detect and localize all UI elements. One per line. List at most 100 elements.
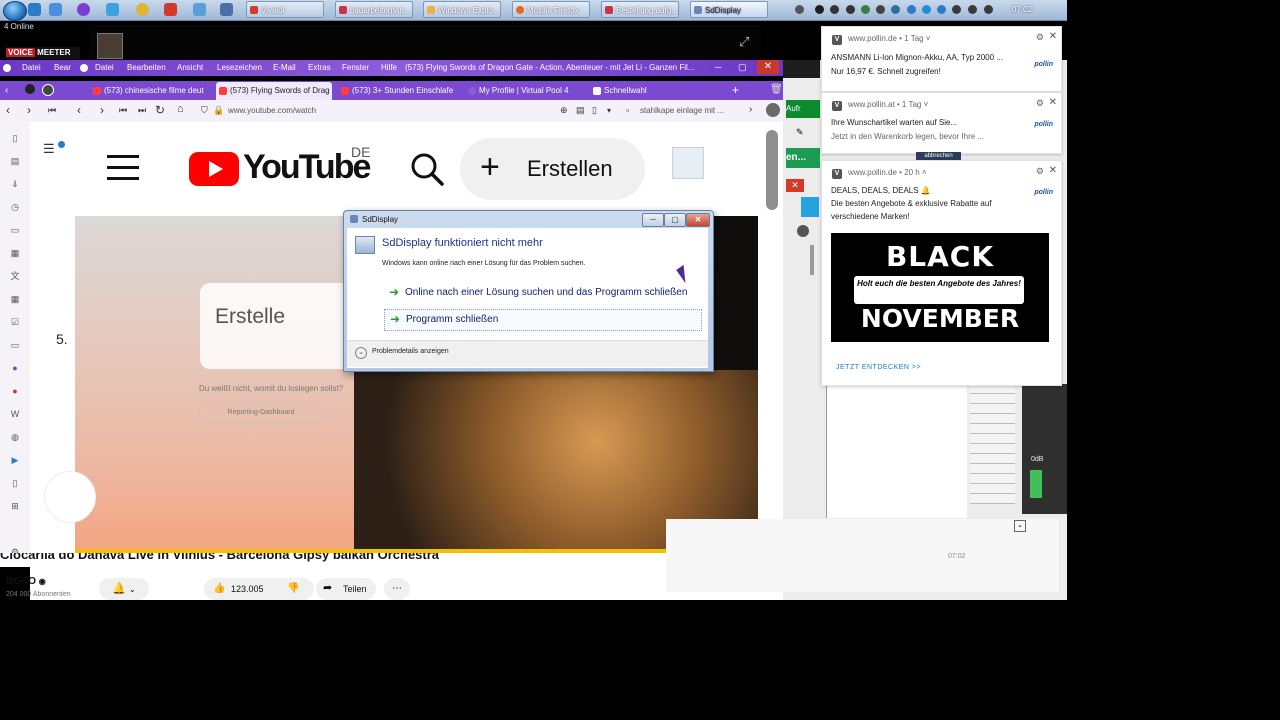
reading-list-icon[interactable]: ▤ xyxy=(10,156,20,166)
like-count[interactable]: 123.005 xyxy=(231,584,264,594)
tab-schnellwahl[interactable]: Schnellwahl xyxy=(590,82,710,100)
bookmark-add-icon[interactable]: ⊕ xyxy=(560,105,568,116)
teal-tab[interactable]: en... xyxy=(786,148,820,168)
search-field[interactable]: stahlkape einlage mit ... xyxy=(640,106,724,115)
tray-icon[interactable] xyxy=(815,5,824,14)
menu-lesezeichen[interactable]: Lesezeichen xyxy=(217,60,262,76)
taskbar-button-sddisplay[interactable]: SdDisplay xyxy=(690,1,768,18)
hamburger-icon[interactable] xyxy=(107,155,139,181)
tray-icon[interactable] xyxy=(830,5,839,14)
notification-2[interactable]: V www.pollin.at • 1 Tag ˅ ⚙ ✕ Ihre Wunsc… xyxy=(821,92,1062,154)
taskbar-button-firefox[interactable]: Mozilla Firefox xyxy=(512,1,590,18)
search-icon[interactable] xyxy=(409,151,445,187)
quicklaunch-icon[interactable] xyxy=(136,3,149,16)
taskbar-button-bauarbeiter[interactable]: bauarbeiterhan... xyxy=(335,1,413,18)
back-icon[interactable]: ‹ xyxy=(6,103,10,117)
close-icon[interactable]: ✕ xyxy=(1049,165,1057,176)
chevron-down-icon[interactable]: ⌄ xyxy=(1014,520,1026,532)
feeds-icon[interactable]: ▭ xyxy=(10,340,20,350)
translate-icon[interactable]: 文 xyxy=(10,271,20,281)
taskbar-button-vivaldi[interactable]: Vivaldi xyxy=(246,1,324,18)
shield-icon[interactable]: ⛉ xyxy=(201,105,208,116)
quicklaunch-icon[interactable] xyxy=(220,3,233,16)
green-tab[interactable]: Aufr xyxy=(786,100,820,118)
quicklaunch-icon[interactable] xyxy=(193,3,206,16)
tray-icon[interactable] xyxy=(795,5,804,14)
minimize-button[interactable]: ─ xyxy=(642,213,664,227)
close-program-option[interactable]: ➜ Programm schließen xyxy=(384,309,702,331)
tray-icon[interactable] xyxy=(922,5,931,14)
dropdown-icon[interactable]: ▾ xyxy=(607,106,611,115)
tray-icon[interactable] xyxy=(846,5,855,14)
menu-hilfe[interactable]: Hilfe xyxy=(381,60,397,76)
close-button[interactable]: ✕ xyxy=(757,60,779,74)
web-panel-icon[interactable]: ▶ xyxy=(10,455,20,465)
maximize-button[interactable]: ▢ xyxy=(664,213,686,227)
scrollbar-thumb[interactable] xyxy=(766,130,778,210)
url-field[interactable]: www.youtube.com/watch xyxy=(228,106,316,115)
gear-icon[interactable]: ⚙ xyxy=(1036,32,1044,43)
close-icon[interactable]: ✕ xyxy=(1049,31,1057,42)
tray-clock[interactable]: 07:02 xyxy=(1012,0,1042,20)
trash-icon[interactable]: 🗑 xyxy=(770,84,783,95)
chevron-right-icon[interactable]: › xyxy=(749,104,752,115)
start-button[interactable] xyxy=(3,1,27,21)
tab-chinesische-filme[interactable]: (573) chinesische filme deut xyxy=(90,82,210,100)
gear-icon[interactable]: ⚙ xyxy=(1036,166,1044,177)
tray-icon[interactable] xyxy=(984,5,993,14)
tasks-icon[interactable]: ☑ xyxy=(10,317,20,327)
discover-link[interactable]: JETZT ENTDECKEN >> xyxy=(836,364,921,371)
tab-flying-swords[interactable]: (573) Flying Swords of Drag xyxy=(216,82,332,100)
wikipedia-icon[interactable]: W xyxy=(10,409,20,419)
bookmark-icon[interactable]: ▯ xyxy=(592,105,597,116)
round-icon[interactable] xyxy=(797,225,809,237)
youtube-logo-icon[interactable] xyxy=(189,152,239,186)
quicklaunch-icon[interactable] xyxy=(106,3,119,16)
chevron-left-icon[interactable]: ‹ xyxy=(5,85,8,96)
menu-datei[interactable]: Datei xyxy=(95,60,114,76)
skip-forward-icon[interactable]: ⏭ xyxy=(138,105,146,116)
taskbar-button-explorer[interactable]: Windows Explo... xyxy=(423,1,501,18)
gear-icon[interactable]: ⚙ xyxy=(1036,98,1044,109)
quicklaunch-icon[interactable] xyxy=(28,3,41,16)
menu-extras[interactable]: Extras xyxy=(308,60,331,76)
bookmarks-icon[interactable]: ▯ xyxy=(10,133,20,143)
page-icon[interactable]: ▯ xyxy=(10,478,20,488)
quicklaunch-icon[interactable] xyxy=(77,3,90,16)
menu-bearbeiten-partial[interactable]: Bear xyxy=(54,60,71,76)
skip-back-icon[interactable]: ⏮ xyxy=(119,105,127,116)
tray-icon[interactable] xyxy=(968,5,977,14)
maximize-button[interactable]: ▢ xyxy=(738,62,747,73)
minimize-button[interactable]: ─ xyxy=(715,62,721,72)
menu-lines-icon[interactable]: ☰ xyxy=(43,141,55,157)
close-icon[interactable]: ✕ xyxy=(786,179,804,192)
more-actions-button[interactable]: ⋯ xyxy=(384,578,410,600)
notification-bell-button[interactable]: 🔔 ⌄ xyxy=(99,578,149,600)
menu-fenster[interactable]: Fenster xyxy=(342,60,369,76)
vivaldi-social-icon[interactable]: ● xyxy=(10,386,20,396)
problem-details-link[interactable]: Problemdetails anzeigen xyxy=(372,348,449,355)
history-icon[interactable]: ◷ xyxy=(10,202,20,212)
calendar-icon[interactable]: ▦ xyxy=(10,294,20,304)
close-button[interactable]: ✕ xyxy=(686,213,710,227)
scrollbar-thumb[interactable] xyxy=(810,245,814,275)
taskbar-button-bestellung[interactable]: Bestellung aufg... xyxy=(601,1,679,18)
globe-icon[interactable]: ◍ xyxy=(10,432,20,442)
window-panel-icon[interactable]: ▦ xyxy=(10,248,20,258)
tab-virtual-pool[interactable]: My Profile | Virtual Pool 4 xyxy=(465,82,583,100)
search-online-option[interactable]: ➜ Online nach einer Lösung suchen und da… xyxy=(384,283,700,303)
cancel-chip[interactable]: abbrechen xyxy=(916,152,961,160)
profile-avatar[interactable] xyxy=(766,103,780,117)
notification-1[interactable]: V www.pollin.de • 1 Tag ˅ ⚙ ✕ ANSMANN Li… xyxy=(821,26,1062,92)
menu-email[interactable]: E-Mail xyxy=(273,60,296,76)
new-tab-icon[interactable]: + xyxy=(732,83,739,97)
quicklaunch-icon[interactable] xyxy=(164,3,177,16)
add-panel-icon[interactable]: ⊞ xyxy=(10,501,20,511)
video-thumbnail[interactable] xyxy=(97,33,123,59)
avatar[interactable] xyxy=(672,147,704,179)
tray-icon[interactable] xyxy=(891,5,900,14)
tab-stunden-einschlafen[interactable]: (573) 3+ Stunden Einschlafe xyxy=(338,82,458,100)
video-prev-button[interactable] xyxy=(44,471,96,523)
reload-icon[interactable]: ↻ xyxy=(155,103,165,117)
chevron-right-icon[interactable]: › xyxy=(100,103,104,117)
